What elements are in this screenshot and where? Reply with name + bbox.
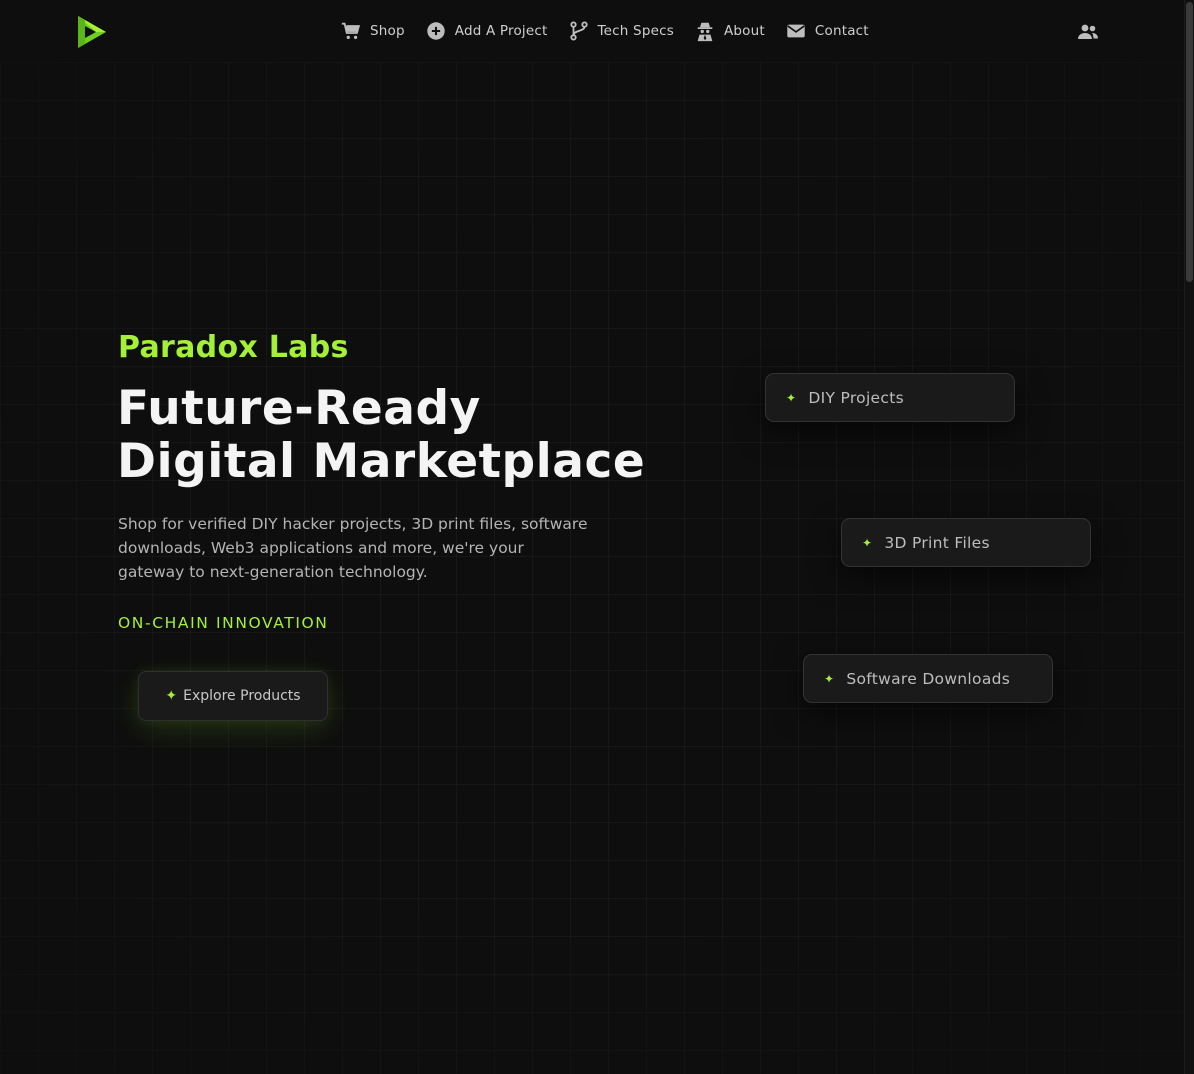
nav-add-project-label: Add A Project <box>454 23 548 39</box>
nav-about-label: About <box>723 23 765 39</box>
nav-tech-specs[interactable]: Tech Specs <box>568 20 674 42</box>
plus-circle-icon <box>425 20 447 42</box>
explore-products-label: Explore Products <box>183 688 301 704</box>
scrollbar[interactable] <box>1184 0 1194 1074</box>
spy-icon <box>694 20 716 42</box>
brand-name: Paradox Labs <box>118 330 349 365</box>
hero-description: Shop for verified DIY hacker projects, 3… <box>118 515 588 581</box>
headline-line-2: Digital Marketplace <box>117 434 646 489</box>
headline-line-1: Future-Ready <box>117 381 481 436</box>
chip-label: 3D Print Files <box>884 533 990 552</box>
git-branch-icon <box>568 20 590 42</box>
hero-headline: Future-Ready Digital Marketplace <box>117 382 677 488</box>
explore-products-button[interactable]: ✦ Explore Products <box>138 671 328 721</box>
sparkle-icon: ✦ <box>824 671 835 686</box>
nav-add-project[interactable]: Add A Project <box>425 20 548 42</box>
nav-contact-label: Contact <box>814 23 869 39</box>
scrollbar-thumb[interactable] <box>1186 2 1193 282</box>
nav-about[interactable]: About <box>694 20 765 42</box>
sparkle-icon: ✦ <box>165 688 178 704</box>
sparkle-icon: ✦ <box>862 535 873 550</box>
chip-3d-print-files[interactable]: ✦ 3D Print Files <box>841 518 1091 567</box>
chip-label: DIY Projects <box>808 388 904 407</box>
main-nav: Shop Add A Project Tech Specs About Cont… <box>340 18 889 44</box>
envelope-icon <box>785 20 807 42</box>
sparkle-icon: ✦ <box>786 390 797 405</box>
chip-label: Software Downloads <box>846 669 1011 688</box>
nav-contact[interactable]: Contact <box>785 20 869 42</box>
nav-shop[interactable]: Shop <box>340 20 405 42</box>
users-icon[interactable] <box>1076 22 1100 42</box>
nav-shop-label: Shop <box>370 23 405 39</box>
site-header: Shop Add A Project Tech Specs About Cont… <box>0 0 1184 62</box>
nav-tech-specs-label: Tech Specs <box>597 23 674 39</box>
paradox-logo-icon[interactable] <box>76 14 108 50</box>
chip-diy-projects[interactable]: ✦ DIY Projects <box>765 373 1015 422</box>
cart-icon <box>340 20 362 42</box>
hero-tagline: ON-CHAIN INNOVATION <box>118 614 329 632</box>
chip-software-downloads[interactable]: ✦ Software Downloads <box>803 654 1053 703</box>
